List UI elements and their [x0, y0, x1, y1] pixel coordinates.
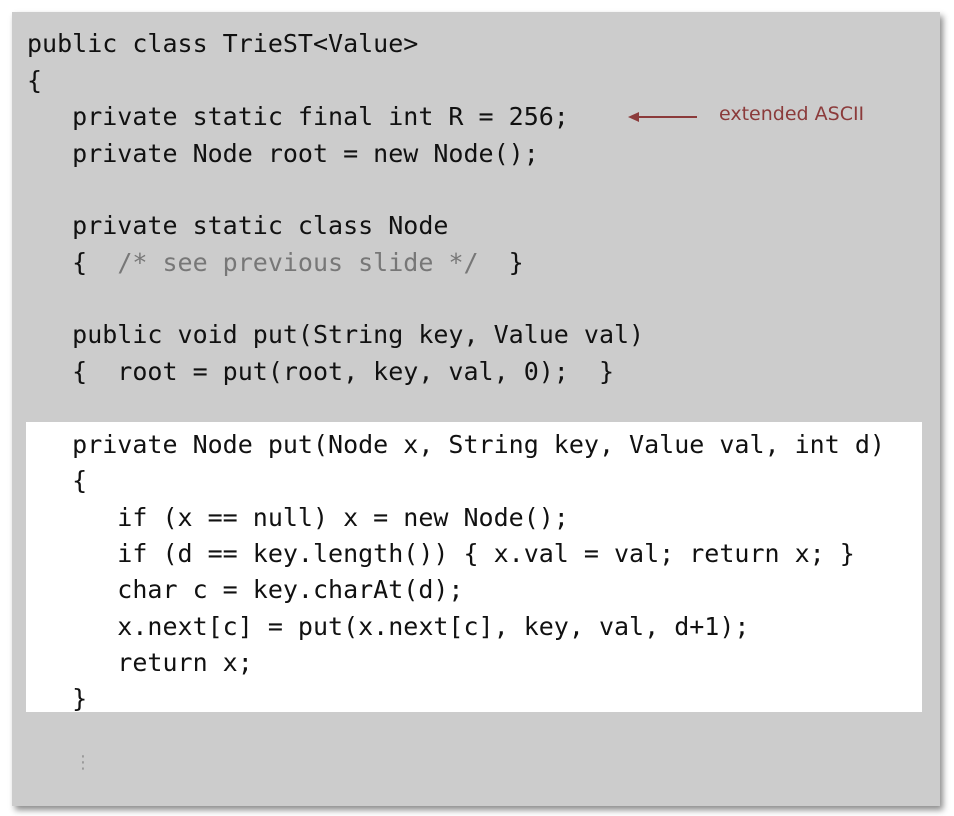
vertical-ellipsis-icon: ⋮	[74, 752, 92, 773]
code-line-node-body: { /* see previous slide */ }	[27, 248, 524, 278]
code-line-node-class: private static class Node	[27, 211, 449, 240]
code-line-null-check: if (x == null) x = new Node();	[27, 503, 569, 532]
code-line-radix-constant: private static final int R = 256;	[27, 102, 569, 131]
code-line-length-check: if (d == key.length()) { x.val = val; re…	[27, 539, 855, 568]
code-line-recursive-put: x.next[c] = put(x.next[c], key, val, d+1…	[27, 612, 750, 641]
close-brace: }	[478, 248, 524, 277]
code-line-root-field: private Node root = new Node();	[27, 139, 539, 168]
open-brace: {	[27, 248, 118, 277]
left-arrow-icon	[628, 112, 697, 122]
code-line-public-put-body: { root = put(root, key, val, 0); }	[27, 357, 614, 386]
code-line-put-close-brace: }	[27, 684, 88, 713]
code-line-char-at: char c = key.charAt(d);	[27, 575, 464, 604]
code-line-put-open-brace: {	[27, 466, 88, 495]
code-line-return: return x;	[27, 648, 253, 677]
code-line-public-put: public void put(String key, Value val)	[27, 320, 645, 349]
code-line-private-put: private Node put(Node x, String key, Val…	[27, 430, 885, 459]
code-line-class-declaration: public class TrieST<Value>	[27, 29, 419, 58]
code-comment: /* see previous slide */	[117, 248, 479, 277]
code-line-class-open-brace: {	[27, 66, 43, 95]
annotation-label: extended ASCII	[719, 103, 865, 125]
